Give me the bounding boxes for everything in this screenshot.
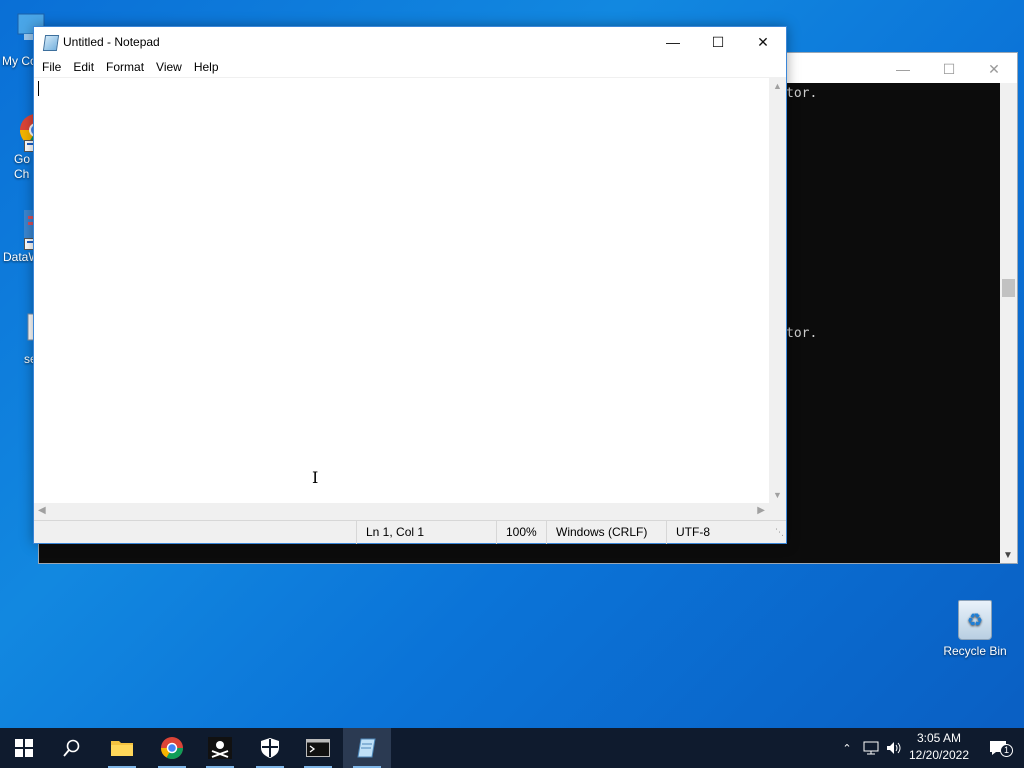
text-caret bbox=[38, 81, 39, 96]
clock-time: 3:05 AM bbox=[916, 731, 962, 745]
scroll-right-icon[interactable]: ▶ bbox=[757, 505, 765, 516]
horizontal-scrollbar[interactable]: ◀ ▶ bbox=[34, 503, 769, 520]
scroll-left-icon[interactable]: ◀ bbox=[38, 505, 46, 516]
menu-format[interactable]: Format bbox=[100, 57, 150, 77]
text-editor[interactable] bbox=[34, 77, 769, 503]
close-button[interactable]: ✕ bbox=[740, 27, 786, 57]
menu-view[interactable]: View bbox=[150, 57, 188, 77]
console-line: tor. bbox=[786, 86, 818, 101]
desktop-icon-label: Recycle Bin bbox=[943, 644, 1007, 658]
chevron-up-icon: ⌃ bbox=[842, 742, 852, 755]
shield-icon bbox=[261, 738, 279, 758]
status-bar: Ln 1, Col 1 100% Windows (CRLF) UTF-8 ⋱ bbox=[34, 520, 786, 544]
taskbar-security[interactable] bbox=[246, 728, 294, 768]
notification-badge: 1 bbox=[1000, 744, 1013, 757]
menu-help[interactable]: Help bbox=[188, 57, 225, 77]
ibeam-cursor-icon: I bbox=[312, 468, 319, 487]
network-button[interactable] bbox=[860, 728, 882, 768]
taskbar-notepad[interactable] bbox=[343, 728, 391, 768]
console-scrollbar-thumb[interactable] bbox=[1002, 279, 1015, 297]
notepad-titlebar[interactable]: Untitled - Notepad — ☐ ✕ bbox=[34, 27, 786, 57]
folder-icon bbox=[111, 741, 133, 756]
recycle-bin-icon bbox=[958, 600, 992, 640]
notepad-icon bbox=[357, 738, 376, 758]
start-button[interactable] bbox=[0, 728, 48, 768]
vertical-scrollbar[interactable]: ▲ ▼ bbox=[769, 77, 786, 503]
chrome-icon bbox=[161, 737, 183, 759]
minimize-button[interactable]: — bbox=[650, 27, 696, 57]
terminal-icon bbox=[306, 739, 330, 757]
search-icon bbox=[63, 739, 80, 757]
clock-date: 12/20/2022 bbox=[908, 748, 970, 762]
network-icon bbox=[863, 741, 879, 755]
status-line-endings: Windows (CRLF) bbox=[546, 521, 666, 544]
console-scrollbar[interactable]: ▼ bbox=[1000, 83, 1017, 563]
pirate-flag-icon bbox=[208, 737, 232, 759]
scroll-up-icon[interactable]: ▲ bbox=[773, 81, 782, 91]
menu-bar: File Edit Format View Help bbox=[34, 57, 786, 77]
status-zoom: 100% bbox=[496, 521, 546, 544]
taskbar-terminal[interactable] bbox=[294, 728, 342, 768]
show-hidden-icons-button[interactable]: ⌃ bbox=[838, 728, 856, 768]
scroll-down-icon[interactable]: ▼ bbox=[1003, 550, 1013, 561]
resize-grip-icon[interactable]: ⋱ bbox=[775, 527, 784, 538]
console-maximize-button[interactable]: ☐ bbox=[926, 59, 972, 79]
taskbar-file-explorer[interactable] bbox=[98, 728, 146, 768]
taskbar: ⌃ 3:05 AM 12/20/2022 1 bbox=[0, 728, 1024, 768]
desktop-icon-recycle-bin[interactable]: Recycle Bin bbox=[940, 600, 1010, 658]
menu-edit[interactable]: Edit bbox=[67, 57, 100, 77]
status-position: Ln 1, Col 1 bbox=[356, 521, 496, 544]
console-close-button[interactable]: ✕ bbox=[971, 59, 1017, 79]
status-encoding: UTF-8 bbox=[666, 521, 770, 544]
taskbar-pirate-app[interactable] bbox=[196, 728, 244, 768]
scrollbar-corner bbox=[769, 503, 786, 520]
window-title: Untitled - Notepad bbox=[63, 35, 160, 49]
taskbar-chrome[interactable] bbox=[148, 728, 196, 768]
console-line: tor. bbox=[786, 326, 818, 341]
windows-start-icon bbox=[15, 739, 33, 757]
maximize-button[interactable]: ☐ bbox=[695, 27, 741, 57]
action-center-button[interactable]: 1 bbox=[980, 728, 1016, 768]
notepad-window[interactable]: Untitled - Notepad — ☐ ✕ File Edit Forma… bbox=[33, 26, 787, 544]
search-button[interactable] bbox=[48, 728, 96, 768]
notepad-icon bbox=[42, 35, 60, 51]
taskbar-clock[interactable]: 3:05 AM 12/20/2022 bbox=[900, 730, 978, 764]
scroll-down-icon[interactable]: ▼ bbox=[773, 490, 782, 500]
console-minimize-button[interactable]: — bbox=[880, 59, 926, 79]
menu-file[interactable]: File bbox=[36, 57, 67, 77]
